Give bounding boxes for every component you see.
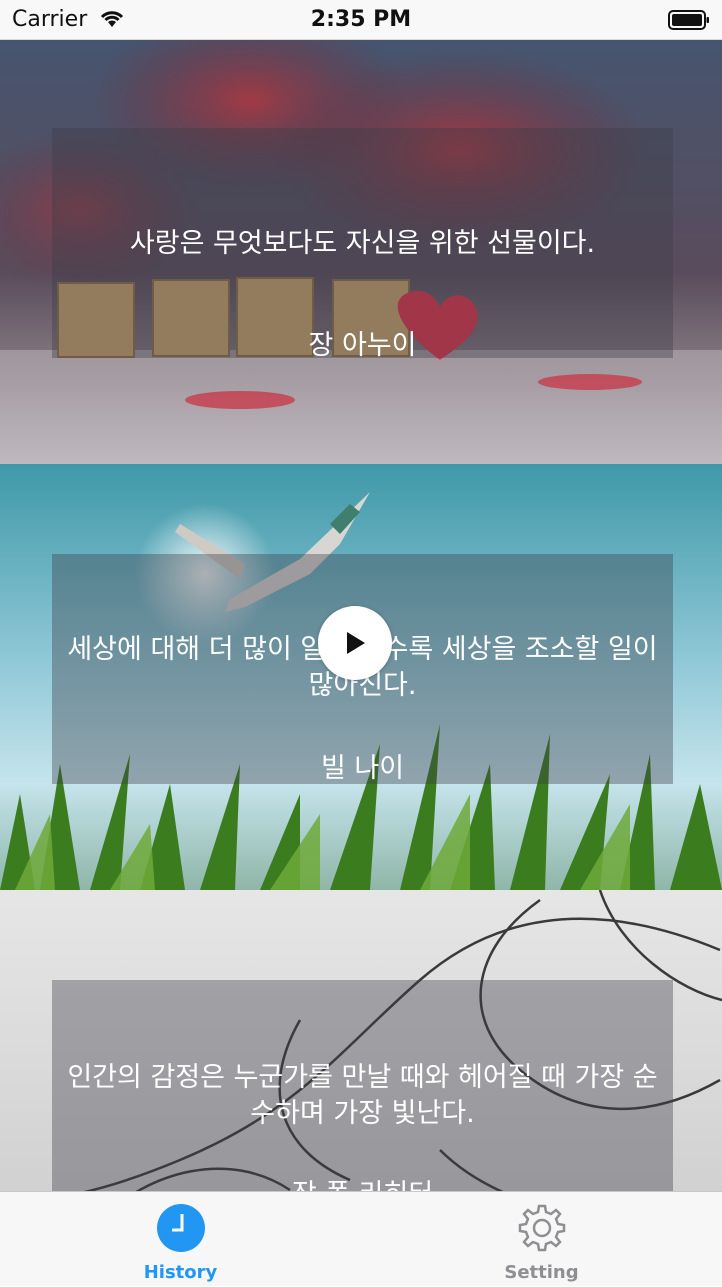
quote-card[interactable]: 인간의 감정은 누군가를 만날 때와 헤어질 때 가장 순수하며 가장 빛난다.… [0,890,722,1191]
tab-label-setting: Setting [504,1262,579,1283]
play-button[interactable] [318,606,392,680]
status-time: 2:35 PM [310,7,412,32]
play-icon [347,632,365,654]
tab-bar: History Setting [0,1191,722,1286]
quote-text: 사랑은 무엇보다도 자신을 위한 선물이다. [129,228,596,259]
gear-icon [518,1204,566,1252]
tab-setting[interactable]: Setting [361,1192,722,1287]
status-bar: Carrier 2:35 PM [0,0,722,40]
quote-overlay: 사랑은 무엇보다도 자신을 위한 선물이다. 장 아누이 [52,128,673,361]
quote-author: 빌 나이 [320,753,405,784]
battery-icon [668,10,709,30]
clock-icon [157,1204,205,1252]
quote-text: 인간의 감정은 누군가를 만날 때와 헤어질 때 가장 순수하며 가장 빛난다. [67,1062,658,1129]
quote-author: 장 아누이 [308,330,417,361]
quote-feed[interactable]: 사랑은 무엇보다도 자신을 위한 선물이다. 장 아누이 세상에 대해 더 많이… [0,40,722,1191]
quote-author: 장 폴 리히터 [52,1172,673,1191]
quote-card[interactable]: 사랑은 무엇보다도 자신을 위한 선물이다. 장 아누이 [0,40,722,464]
tab-history[interactable]: History [0,1192,361,1287]
tab-label-history: History [143,1262,218,1283]
quote-overlay: 인간의 감정은 누군가를 만날 때와 헤어질 때 가장 순수하며 가장 빛난다.… [52,980,673,1191]
